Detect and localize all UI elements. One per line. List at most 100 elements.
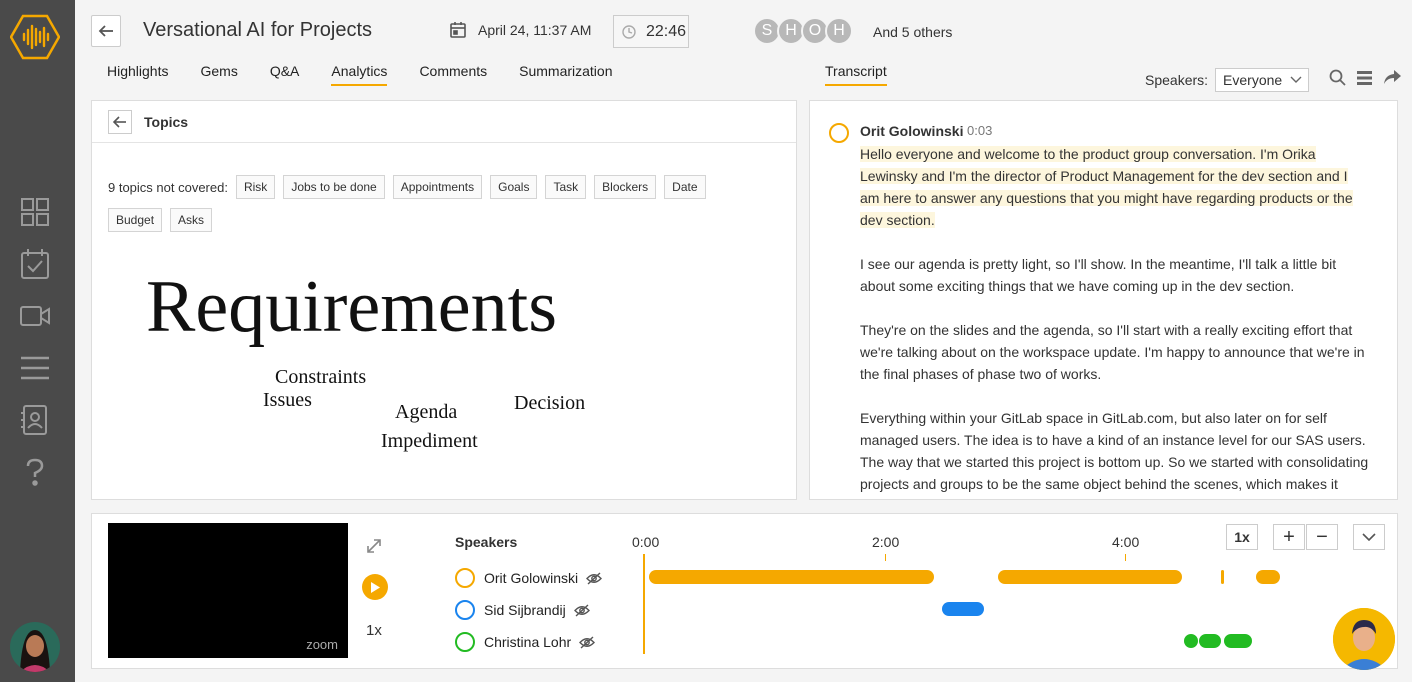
play-button[interactable] [362, 574, 388, 600]
topic-word[interactable]: Decision [514, 392, 585, 415]
topic-chip[interactable]: Risk [235, 175, 276, 199]
participant-avatar[interactable]: H [825, 17, 853, 45]
tab-qa[interactable]: Q&A [270, 63, 300, 86]
video-player[interactable]: zoom [108, 523, 348, 658]
chevron-down-icon [1362, 533, 1376, 541]
timeline-tick [885, 554, 886, 561]
header: Versational AI for Projects April 24, 11… [75, 0, 1412, 100]
arrow-left-icon [113, 115, 126, 128]
topic-chip[interactable]: Asks [170, 208, 213, 232]
expand-icon[interactable] [366, 538, 382, 559]
speaker-color-dot [455, 568, 475, 588]
speech-segment[interactable] [942, 602, 984, 616]
timeline-label: 2:00 [872, 534, 900, 550]
date-text: April 24, 11:37 AM [478, 21, 592, 38]
calendar-check-icon[interactable] [18, 247, 52, 281]
topic-word[interactable]: Requirements [146, 265, 557, 350]
app-logo[interactable] [9, 14, 61, 60]
topic-chip[interactable]: Date [664, 175, 706, 199]
speaker-name: Christina Lohr [484, 634, 572, 650]
list-icon[interactable] [18, 351, 52, 385]
transcript-paragraph[interactable]: They're on the slides and the agenda, so… [860, 319, 1370, 385]
player-panel: zoom 1x Speakers Orit Golowinski Sid Sij… [91, 513, 1398, 669]
speech-segment[interactable] [1199, 634, 1221, 648]
topic-chip[interactable]: Budget [108, 208, 163, 232]
speaker-row: Orit Golowinski [455, 568, 603, 588]
duration-text: 22:46 [646, 22, 687, 40]
video-camera-icon[interactable] [18, 299, 52, 333]
topic-chip[interactable]: Blockers [594, 175, 657, 199]
tab-gems[interactable]: Gems [200, 63, 237, 86]
speech-segment[interactable] [1184, 634, 1198, 648]
topics-panel: Topics 9 topics not covered: Risk Jobs t… [91, 100, 797, 500]
collapse-button[interactable] [1353, 524, 1385, 550]
uncovered-topics: 9 topics not covered: Risk Jobs to be do… [108, 175, 768, 232]
sidebar [0, 0, 75, 682]
speaker-row: Sid Sijbrandij [455, 600, 590, 620]
transcript-tools [1329, 69, 1401, 86]
speech-segment[interactable] [1256, 570, 1280, 584]
speaker-indicator [829, 123, 849, 143]
speaker-color-dot [455, 600, 475, 620]
topics-header: Topics [92, 101, 796, 143]
meeting-date: April 24, 11:37 AM [450, 21, 591, 38]
speech-segment[interactable] [649, 570, 934, 584]
share-icon[interactable] [1383, 70, 1401, 85]
tab-transcript[interactable]: Transcript [825, 63, 887, 86]
zoom-out-button[interactable]: − [1306, 524, 1338, 550]
speakers-filter: Speakers: Everyone [1145, 68, 1310, 92]
clock-icon [622, 24, 636, 39]
zoom-in-button[interactable]: + [1273, 524, 1305, 550]
eye-off-icon[interactable] [579, 635, 596, 649]
assistant-avatar[interactable] [1333, 608, 1395, 670]
transcript-paragraph[interactable]: Hello everyone and welcome to the produc… [860, 146, 1353, 228]
topic-chip[interactable]: Jobs to be done [283, 175, 385, 199]
tab-highlights[interactable]: Highlights [107, 63, 168, 86]
speech-segment[interactable] [1221, 570, 1224, 584]
tab-summarization[interactable]: Summarization [519, 63, 612, 86]
topics-back-button[interactable] [108, 109, 132, 134]
help-icon[interactable] [18, 455, 52, 489]
speakers-heading: Speakers [455, 534, 518, 550]
speech-segment[interactable] [998, 570, 1182, 584]
topic-word[interactable]: Agenda [395, 401, 457, 424]
transcript-paragraph[interactable]: I see our agenda is pretty light, so I'l… [860, 253, 1370, 297]
tab-comments[interactable]: Comments [419, 63, 487, 86]
page-title: Versational AI for Projects [143, 19, 373, 41]
tab-bar: Highlights Gems Q&A Analytics Comments S… [107, 63, 645, 86]
back-button[interactable] [91, 15, 121, 47]
timeline-tick [1125, 554, 1126, 561]
topic-word[interactable]: Constraints [275, 366, 366, 389]
tab-analytics[interactable]: Analytics [331, 63, 388, 86]
playback-speed[interactable]: 1x [366, 622, 382, 639]
topic-chip[interactable]: Task [545, 175, 587, 199]
menu-icon[interactable] [1357, 70, 1372, 85]
topic-word[interactable]: Issues [263, 389, 312, 412]
topic-chip[interactable]: Goals [490, 175, 538, 199]
timeline-label: 0:00 [632, 534, 660, 550]
transcript-paragraph[interactable]: Everything within your GitLab space in G… [860, 407, 1370, 499]
duration-box: 22:46 [613, 15, 689, 48]
play-icon [371, 581, 380, 593]
eye-off-icon[interactable] [573, 603, 590, 617]
contacts-icon[interactable] [18, 403, 52, 437]
search-icon[interactable] [1329, 69, 1346, 86]
transcript-speaker: Orit Golowinski [860, 123, 964, 139]
others-count[interactable]: And 5 others [873, 24, 952, 40]
speakers-filter-label: Speakers: [1145, 72, 1209, 88]
playhead[interactable] [643, 554, 645, 654]
topics-title: Topics [144, 113, 189, 130]
topic-chip[interactable]: Appointments [392, 175, 483, 199]
speakers-select[interactable]: Everyone [1215, 68, 1310, 92]
eye-off-icon[interactable] [586, 571, 603, 585]
user-avatar[interactable] [10, 622, 60, 672]
speaker-row: Christina Lohr [455, 632, 596, 652]
transcript-timestamp[interactable]: 0:03 [967, 123, 992, 138]
speech-segment[interactable] [1224, 634, 1252, 648]
dashboard-icon[interactable] [18, 195, 52, 229]
topic-word[interactable]: Impediment [381, 430, 478, 453]
zoom-watermark: zoom [306, 637, 338, 652]
participant-avatars[interactable]: S H O H [753, 17, 853, 45]
timeline-zoom-level[interactable]: 1x [1226, 524, 1258, 550]
calendar-icon [450, 22, 466, 38]
